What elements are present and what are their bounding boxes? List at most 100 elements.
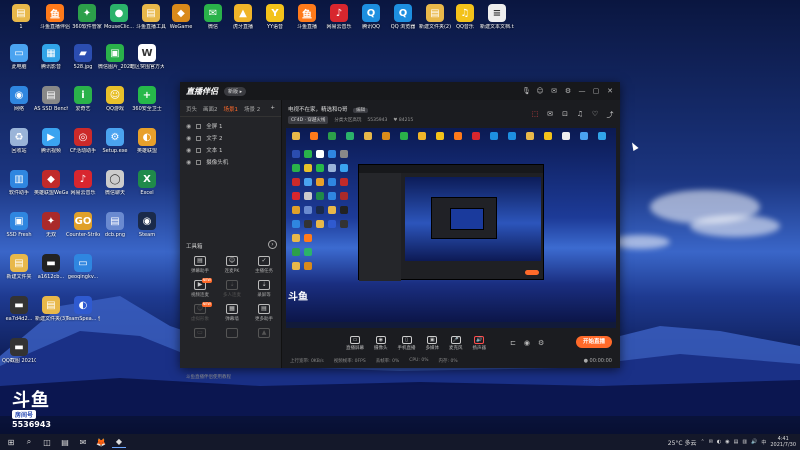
toolbar-icon[interactable]: ✉ [546, 110, 554, 120]
tray-icon[interactable]: ▥ [742, 439, 747, 446]
eye-icon[interactable]: ◉ [186, 147, 191, 154]
desktop-icon[interactable]: ▬ QQ截图 20210725... [2, 338, 36, 364]
tray-icon[interactable]: ▤ [734, 439, 739, 446]
taskbar-app-icon[interactable]: ◆ [112, 436, 126, 448]
edit-title-button[interactable]: 编辑 [353, 108, 369, 113]
taskbar-app-icon[interactable]: ✉ [76, 436, 90, 448]
desktop-icon[interactable]: ⚙ Setup.exe [98, 128, 132, 154]
side-control-icon[interactable]: ⚙ [538, 339, 544, 347]
desktop-icon[interactable]: ♫ QQ音乐 [448, 4, 482, 30]
desktop-icon[interactable]: ▤ 1 [4, 4, 38, 30]
toolbox-item[interactable]: ☺ NEW 虚拟形象 [184, 302, 216, 322]
checkbox[interactable] [196, 123, 202, 129]
desktop-icon[interactable]: ♻ 回收站 [2, 128, 36, 154]
control-3[interactable]: ▣ 多媒体 [426, 335, 439, 351]
toolbox-item[interactable]: ▦ 弹幕墙 [216, 304, 248, 322]
desktop-icon[interactable]: W 暗区突围官方大服务器 [130, 44, 164, 70]
eye-icon[interactable]: ◉ [186, 123, 191, 130]
toolbar-icon[interactable]: ⊡ [561, 110, 569, 120]
desktop-icon[interactable]: ◉ 网络 [2, 86, 36, 112]
desktop-icon[interactable]: ◯ 微信聊天 [98, 170, 132, 196]
title-tool-icon[interactable]: ✕ [606, 87, 614, 95]
desktop-icon[interactable]: ▤ 新建文件夹(3) [34, 296, 68, 322]
title-tool-icon[interactable]: ⚙ [564, 87, 572, 95]
desktop-icon[interactable]: ◎ CF活动助手 [66, 128, 100, 154]
toolbox-item[interactable] [216, 328, 248, 340]
tray-icon[interactable]: ◉ [725, 439, 729, 446]
control-4[interactable]: 🎤 麦克风 [449, 335, 463, 351]
toolbox-item[interactable]: ⇣ 录屏等 [248, 280, 280, 298]
tray-icon[interactable]: 中 [761, 439, 766, 446]
desktop-icon[interactable]: ▭ geoqingkv... [66, 254, 100, 280]
scene-tab[interactable]: 场景1 [224, 105, 239, 113]
clock[interactable]: 4:41 2021/7/30 [770, 436, 796, 448]
toolbar-icon[interactable]: ⤴ [606, 110, 614, 120]
start-live-button[interactable]: 开始直播 [576, 336, 612, 348]
control-0[interactable]: ▭ 直播屏幕 [346, 335, 364, 351]
desktop-icon[interactable]: ▤ AS SSD Benchmar... [34, 86, 68, 112]
desktop-icon[interactable]: Q 腾讯QQ [354, 4, 388, 30]
source-item[interactable]: ◉ 文本 1 [186, 144, 275, 156]
desktop-icon[interactable]: ▤ 斗鱼直播工具 [134, 4, 168, 30]
title-tool-icon[interactable]: ✉ [550, 87, 558, 95]
toolbar-icon[interactable]: ⬚ [531, 110, 539, 120]
toolbox-more-button[interactable]: › [268, 240, 277, 249]
taskbar-app-icon[interactable]: ⌕ [22, 436, 36, 448]
desktop-icon[interactable]: ▦ 腾讯影音 [34, 44, 68, 70]
title-tool-icon[interactable]: — [578, 87, 586, 95]
tutorial-link[interactable]: 斗鱼直播伴侣使用教程 [186, 374, 231, 380]
toolbar-icon[interactable]: ♫ [576, 110, 584, 120]
taskbar-app-icon[interactable]: ◫ [40, 436, 54, 448]
desktop-icon[interactable]: ◐ TeamSpea... 快捷方式 [66, 296, 100, 322]
desktop-icon[interactable]: ◆ 英雄联盟WeGame版 [34, 170, 68, 196]
tray-icon[interactable]: 🔊 [751, 439, 757, 446]
desktop-icon[interactable]: ▭ 此电脑 [2, 44, 36, 70]
title-tool-icon[interactable]: ▢ [592, 87, 600, 95]
desktop-icon[interactable]: ▲ 虎牙直播 [226, 4, 260, 30]
desktop-icon[interactable]: i 爱奇艺 [66, 86, 100, 112]
desktop-icon[interactable]: Q QQ 浏览器 [386, 4, 420, 30]
desktop-icon[interactable]: X Excel [130, 170, 164, 196]
toolbox-item[interactable]: ✓ 主播任务 [248, 256, 280, 274]
toolbox-item[interactable]: ⇣ 多人连麦 [216, 280, 248, 298]
stream-preview[interactable]: 斗鱼 [286, 128, 616, 328]
toolbar-icon[interactable]: ♡ [591, 110, 599, 120]
side-control-icon[interactable]: ◉ [524, 339, 530, 347]
checkbox[interactable] [196, 135, 202, 141]
checkbox[interactable] [196, 147, 202, 153]
desktop-icon[interactable]: ▤ 新建文件夹 [2, 254, 36, 280]
desktop-icon[interactable]: ▶ 腾讯视频 [34, 128, 68, 154]
checkbox[interactable] [196, 159, 202, 165]
eye-icon[interactable]: ◉ [186, 159, 191, 166]
source-item[interactable]: ◉ 全屏 1 [186, 120, 275, 132]
source-item[interactable]: ◉ 摄像头机 [186, 156, 275, 168]
desktop-icon[interactable]: ▬ ea7d4d2... [2, 296, 36, 322]
desktop-icon[interactable]: ▥ 软件助手 [2, 170, 36, 196]
scene-tab[interactable]: 画面2 [203, 105, 218, 113]
desktop-icon[interactable]: ▤ dcb.png [98, 212, 132, 238]
tray-icon[interactable]: ◐ [717, 439, 721, 446]
desktop-icon[interactable]: ◉ Steam [130, 212, 164, 238]
desktop-icon[interactable]: ▣ 微信图片_202105... [98, 44, 132, 70]
scene-tab[interactable]: 页头 [186, 105, 197, 113]
desktop-icon[interactable]: ● MouseClic... [102, 4, 136, 30]
version-badge[interactable]: 新版 ▸ [224, 86, 247, 96]
desktop-icon[interactable]: ◆ WeGame [164, 4, 198, 30]
desktop-icon[interactable]: GO Counter-Strike [66, 212, 100, 238]
game-tag[interactable]: CF4D · 穿越火线 [288, 116, 329, 124]
toolbox-item[interactable]: ▲ [248, 328, 280, 340]
control-5[interactable]: 🔊 扬声器 [473, 335, 486, 351]
desktop-icon[interactable]: ▣ SSD Fresh [2, 212, 36, 238]
desktop-icon[interactable]: Y YY语音 [258, 4, 292, 30]
tray-icon[interactable]: ⌃ [700, 439, 704, 446]
desktop-icon[interactable]: ▤ 新建文件夹(2) [418, 4, 452, 30]
title-tool-icon[interactable]: ☺ [536, 87, 544, 95]
scene-tab[interactable]: 场景 2 [244, 105, 260, 113]
desktop-icon[interactable]: ◐ 英雄联盟 [130, 128, 164, 154]
desktop-icon[interactable]: ✉ 微信 [196, 4, 230, 30]
taskbar-app-icon[interactable]: 🦊 [94, 436, 108, 448]
desktop-icon[interactable]: ♪ 网易云音乐 [66, 170, 100, 196]
app-titlebar[interactable]: 直播伴侣 新版 ▸ 🎙 ☺ ✉ ⚙ — ▢ ✕ [180, 82, 620, 100]
toolbox-item[interactable]: ▤ 更多助手 [248, 304, 280, 322]
toolbox-item[interactable]: ▭ [184, 328, 216, 340]
